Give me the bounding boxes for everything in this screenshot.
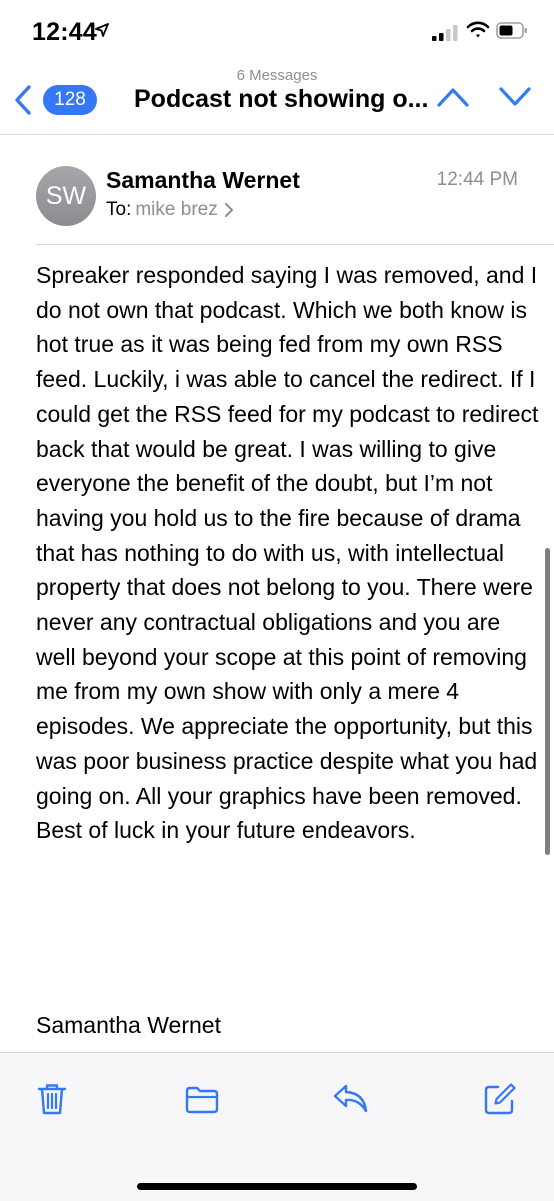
chevron-down-icon[interactable] [498,86,532,108]
bottom-toolbar [0,1052,554,1201]
mailbox-back-button[interactable]: 128 [43,85,97,115]
message-body: Spreaker responded saying I was removed,… [36,262,539,844]
battery-icon [496,22,527,39]
message-time: 12:44 PM [436,169,518,190]
wifi-icon [466,21,490,38]
chevron-up-icon[interactable] [436,86,470,108]
reply-icon[interactable] [333,1084,369,1114]
folder-icon[interactable] [185,1086,219,1114]
status-bar: 12:44 [0,0,554,64]
avatar[interactable]: SW [36,166,96,226]
compose-icon[interactable] [483,1082,517,1116]
navigation-bar: 128 6 Messages Podcast not showing o... [0,64,554,134]
location-arrow-icon [95,23,109,37]
to-label: To: [106,199,132,220]
chevron-left-icon[interactable] [14,84,32,116]
recipient-name[interactable]: mike brez [135,199,217,220]
home-indicator [137,1183,417,1190]
signature: Samantha Wernet [36,1012,221,1038]
status-time: 12:44 [32,18,97,46]
sender-name[interactable]: Samantha Wernet [106,167,300,194]
chevron-right-icon [224,202,233,217]
thread-subject: Podcast not showing o... [134,85,429,113]
trash-icon[interactable] [37,1082,67,1116]
recipient-line[interactable]: To: mike brez [106,199,234,221]
header-divider [36,244,554,245]
scroll-indicator[interactable] [545,548,550,855]
nav-divider [0,134,554,135]
cellular-signal-icon [432,25,458,41]
message-count: 6 Messages [236,67,318,84]
